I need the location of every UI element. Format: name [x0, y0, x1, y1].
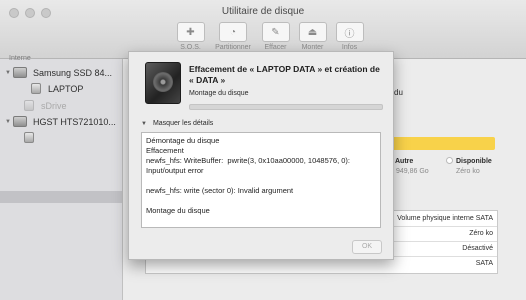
erase-icon: ✎	[261, 22, 290, 42]
toolbar-label: S.O.S.	[180, 44, 201, 51]
sidebar-section-internal: Interne	[9, 55, 31, 62]
toolbar: ✚ S.O.S. ◔ Partitionner ✎ Effacer ⏏ Mont…	[174, 22, 366, 51]
legend-available-label: Disponible	[456, 158, 492, 165]
disclosure-triangle-icon: ▼	[141, 120, 147, 127]
details-log[interactable]: Démontage du disque Effacement newfs_hfs…	[141, 132, 381, 228]
internal-disk-icon	[13, 116, 27, 127]
volume-icon	[24, 132, 34, 143]
toolbar-label: Partitionner	[215, 44, 251, 51]
toolbar-sos-button[interactable]: ✚ S.O.S.	[174, 22, 207, 51]
info-value: SATA	[475, 260, 493, 267]
partition-icon: ◔	[219, 22, 247, 42]
info-icon: ⓘ	[335, 22, 364, 42]
erase-progress-sheet: Effacement de « LAPTOP DATA » et créatio…	[128, 51, 394, 260]
legend-available: Disponible	[446, 157, 492, 165]
sidebar-item-sdrive[interactable]: sDrive	[24, 100, 67, 111]
log-line: newfs_hfs: WriteBuffer: pwrite(3, 0x10aa…	[146, 156, 353, 175]
details-toggle-label: Masquer les détails	[152, 120, 214, 127]
info-value: Désactivé	[462, 245, 493, 252]
disclosure-triangle-icon[interactable]: ▼	[5, 119, 13, 125]
toolbar-info-button[interactable]: ⓘ Infos	[333, 22, 366, 51]
toolbar-mount-button[interactable]: ⏏ Monter	[296, 22, 329, 51]
volume-icon	[31, 83, 41, 94]
hard-drive-icon	[145, 62, 181, 104]
toolbar-label: Effacer	[264, 44, 287, 51]
hide-details-toggle[interactable]: ▼ Masquer les détails	[141, 120, 213, 127]
sidebar-item-label: Samsung SSD 84...	[33, 67, 113, 78]
log-line: newfs_hfs: write (sector 0): Invalid arg…	[146, 186, 294, 195]
available-swatch-icon	[446, 157, 453, 164]
sidebar-selection-highlight	[0, 191, 122, 203]
info-value: Zéro ko	[469, 230, 493, 237]
log-line: Démontage du disque	[146, 136, 220, 145]
legend-available-value: Zéro ko	[456, 168, 480, 175]
internal-disk-icon	[13, 67, 27, 78]
sidebar-item-label: HGST HTS721010...	[33, 116, 116, 127]
toolbar-label: Infos	[341, 44, 358, 51]
sidebar-item-samsung-ssd[interactable]: ▼ Samsung SSD 84...	[5, 67, 112, 78]
legend-other-value: 949,86 Go	[396, 168, 429, 175]
legend-other-label: Autre	[395, 158, 414, 165]
sidebar-item-hgst-disk[interactable]: ▼ HGST HTS721010...	[5, 116, 116, 127]
log-line: Effacement	[146, 146, 184, 155]
sidebar-item-label: LAPTOP	[48, 83, 84, 94]
sheet-title: Effacement de « LAPTOP DATA » et créatio…	[189, 64, 380, 85]
disk-utility-window: Utilitaire de disque ✚ S.O.S. ◔ Partitio…	[0, 0, 526, 300]
toolbar-partition-button[interactable]: ◔ Partitionner	[211, 22, 255, 51]
log-line: Montage du disque	[146, 206, 210, 215]
volume-icon	[24, 100, 34, 111]
toolbar-erase-button[interactable]: ✎ Effacer	[259, 22, 292, 51]
disk-platter	[153, 72, 173, 92]
disclosure-triangle-icon[interactable]: ▼	[5, 70, 13, 76]
sidebar-item-laptop[interactable]: LAPTOP	[31, 83, 83, 94]
info-value: Volume physique interne SATA	[397, 215, 493, 222]
toolbar-label: Monter	[301, 44, 324, 51]
background-partial-text: du	[394, 88, 403, 97]
mount-icon: ⏏	[298, 22, 327, 42]
window-title: Utilitaire de disque	[221, 6, 305, 17]
sheet-status: Montage du disque	[189, 90, 249, 97]
ok-button[interactable]: OK	[352, 240, 382, 254]
sidebar-item-selected-volume[interactable]	[24, 132, 41, 143]
stethoscope-icon: ✚	[176, 22, 205, 42]
sidebar-item-label: sDrive	[41, 100, 67, 111]
sidebar	[0, 59, 123, 300]
progress-bar	[189, 104, 383, 110]
